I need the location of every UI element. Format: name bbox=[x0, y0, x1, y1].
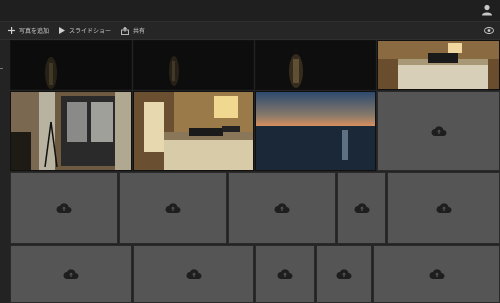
cloud-upload-icon bbox=[336, 269, 352, 279]
placeholder-tile[interactable] bbox=[10, 172, 118, 244]
cloud-upload-icon bbox=[186, 269, 201, 279]
add-photos-button[interactable]: 写真を追加 bbox=[8, 26, 49, 35]
play-icon bbox=[59, 27, 66, 34]
placeholder-tile[interactable] bbox=[119, 172, 227, 244]
photo-tile[interactable] bbox=[255, 40, 376, 90]
photo-grid bbox=[10, 40, 500, 303]
cloud-upload-icon bbox=[436, 203, 451, 213]
cloud-upload-icon bbox=[56, 203, 72, 213]
photo-tile[interactable] bbox=[377, 40, 500, 90]
sidebar-handle[interactable] bbox=[0, 68, 3, 69]
hotel-room-photo bbox=[134, 92, 253, 170]
share-icon bbox=[121, 26, 129, 35]
placeholder-tile[interactable] bbox=[337, 172, 386, 244]
cloud-upload-icon bbox=[277, 269, 293, 279]
placeholder-tile[interactable] bbox=[373, 245, 500, 303]
cloud-upload-icon bbox=[165, 203, 181, 213]
eye-icon[interactable] bbox=[484, 26, 494, 35]
cloud-upload-icon bbox=[274, 203, 290, 213]
placeholder-tile[interactable] bbox=[377, 91, 500, 171]
placeholder-tile[interactable] bbox=[133, 245, 254, 303]
user-icon[interactable] bbox=[481, 4, 493, 16]
share-label: 共有 bbox=[133, 28, 146, 35]
cloud-upload-icon bbox=[354, 203, 369, 213]
hotel-room-photo bbox=[378, 41, 499, 89]
night-sea-photo bbox=[11, 41, 131, 89]
slideshow-button[interactable]: スライドショー bbox=[59, 26, 111, 35]
photo-tile[interactable] bbox=[255, 91, 376, 171]
plus-icon bbox=[8, 27, 15, 34]
photo-tile[interactable] bbox=[10, 91, 132, 171]
placeholder-tile[interactable] bbox=[10, 245, 132, 303]
photo-tile[interactable] bbox=[10, 40, 132, 90]
placeholder-tile[interactable] bbox=[228, 172, 336, 244]
sunset-sea-photo bbox=[256, 92, 375, 170]
top-bar bbox=[0, 0, 500, 22]
share-button[interactable]: 共有 bbox=[121, 26, 145, 35]
photo-tile[interactable] bbox=[133, 40, 254, 90]
photo-tile[interactable] bbox=[133, 91, 254, 171]
night-sea-photo bbox=[134, 41, 253, 89]
cloud-upload-icon bbox=[431, 126, 446, 136]
cloud-upload-icon bbox=[429, 269, 444, 279]
hotel-balcony-photo bbox=[11, 92, 131, 170]
placeholder-tile[interactable] bbox=[255, 245, 315, 303]
placeholder-tile[interactable] bbox=[387, 172, 500, 244]
placeholder-tile[interactable] bbox=[316, 245, 372, 303]
night-sea-photo bbox=[256, 41, 375, 89]
toolbar: 写真を追加 スライドショー 共有 bbox=[0, 22, 500, 40]
cloud-upload-icon bbox=[63, 269, 79, 279]
slideshow-label: スライドショー bbox=[69, 28, 112, 35]
add-photos-label: 写真を追加 bbox=[19, 28, 50, 35]
